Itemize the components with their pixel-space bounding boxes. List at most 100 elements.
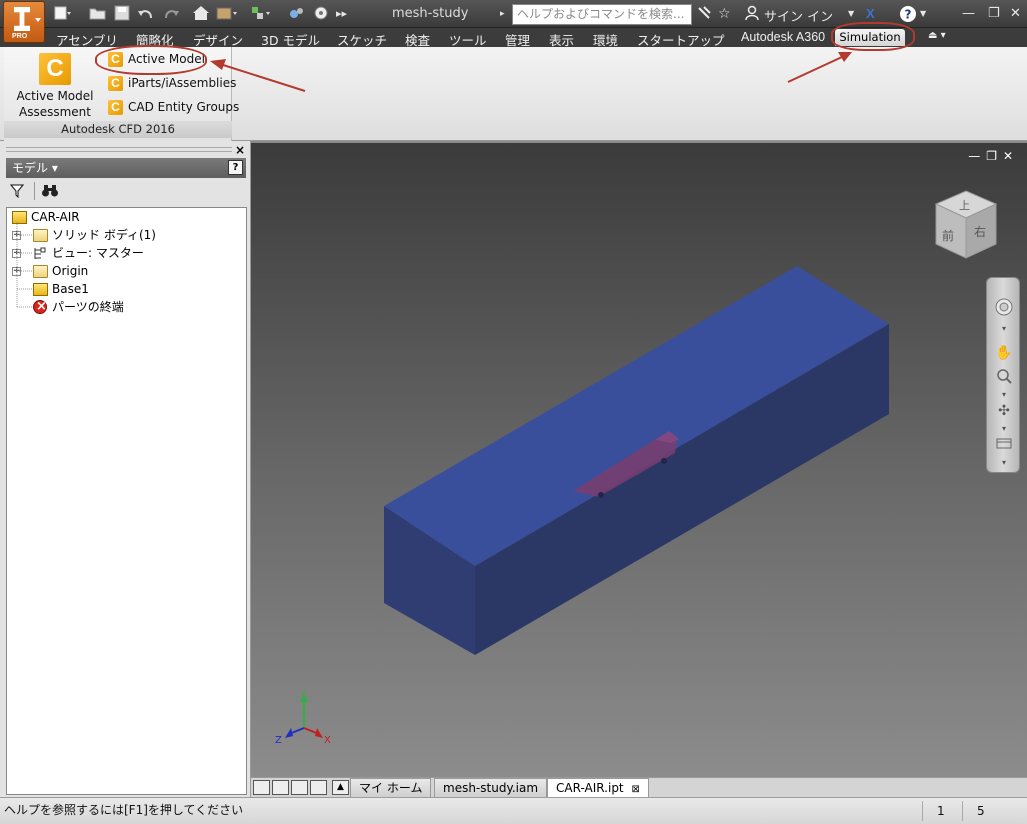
undo-icon[interactable] — [137, 5, 155, 23]
doc-tab-label: CAR-AIR.ipt — [556, 781, 624, 795]
tab-list-up-icon[interactable]: ▲ — [332, 780, 349, 795]
navigation-bar: ▾ ✋ ▾ ✣ ▾ ▾ — [986, 277, 1020, 473]
cfd-icon — [108, 76, 123, 91]
iparts-iassemblies-button[interactable]: iParts/iAssemblies — [108, 73, 236, 93]
pan-hand-icon[interactable]: ✋ — [995, 344, 1013, 362]
status-bar: ヘルプを参照するには[F1]を押してください 1 5 — [0, 797, 1027, 824]
tab-simulation[interactable]: Simulation — [835, 29, 905, 46]
favorites-star-icon[interactable]: ☆ — [718, 5, 731, 23]
triad-z-label: Z — [275, 735, 282, 746]
tree-label: パーツの終端 — [52, 300, 124, 314]
horizontal-layout-icon[interactable] — [291, 780, 308, 795]
tree-label: Base1 — [52, 282, 89, 296]
chevron-down-icon — [35, 18, 41, 22]
user-icon — [744, 5, 760, 23]
document-title: mesh-study — [392, 6, 469, 21]
coordinate-triad: Y X Z — [275, 690, 331, 746]
zoom-icon[interactable] — [995, 368, 1013, 386]
cfd-icon — [108, 100, 123, 115]
look-at-dropdown-icon[interactable]: ▾ — [995, 454, 1013, 472]
status-count-2: 5 — [962, 801, 1002, 821]
tree-label: ビュー: マスター — [52, 246, 144, 260]
search-expand-icon[interactable]: ▸ — [500, 5, 505, 23]
redo-icon[interactable] — [162, 5, 180, 23]
sign-in-dropdown-icon[interactable]: ▼ — [848, 5, 854, 23]
tile-layout-icon[interactable] — [272, 780, 289, 795]
cad-entity-groups-button[interactable]: CAD Entity Groups — [108, 97, 239, 117]
steering-wheel-icon[interactable] — [995, 298, 1013, 316]
help-search-input[interactable]: ヘルプおよびコマンドを検索... — [512, 4, 692, 25]
cfd-icon — [39, 53, 71, 85]
panel-title: Autodesk CFD 2016 — [4, 121, 232, 138]
tree-label: ソリッド ボディ(1) — [52, 228, 156, 242]
doc-tab-mesh-study[interactable]: mesh-study.iam — [434, 778, 548, 797]
graphics-window[interactable]: —❐✕ 上 前 右 ▾ ✋ ▾ ✣ ▾ ▾ Y X Z — [251, 141, 1027, 777]
new-file-icon[interactable] — [53, 5, 71, 23]
active-model-assessment-tool-button[interactable]: Active Model Assessment Tool — [7, 51, 103, 134]
model-tree: CAR-AIR + ソリッド ボディ(1) + ビュー: マスター + Orig… — [6, 207, 247, 795]
model-browser-title: モデル ▾ — [12, 161, 58, 175]
document-tab-bar: ▲ マイ ホーム mesh-study.iam CAR-AIR.ipt ⊠ — [251, 777, 1027, 797]
browser-toolbar — [6, 180, 246, 204]
active-model-button[interactable]: Active Model — [108, 49, 205, 69]
triad-x-label: X — [324, 735, 331, 746]
doc-tab-my-home[interactable]: マイ ホーム — [350, 778, 432, 797]
status-count-1: 1 — [922, 801, 962, 821]
ribbon-tab-bar: アセンブリ 簡略化 デザイン 3D モデル スケッチ 検査 ツール 管理 表示 … — [0, 28, 1027, 48]
appearance-icon[interactable] — [251, 5, 273, 23]
viewcube-front-face[interactable]: 前 — [942, 228, 954, 243]
measure-icon[interactable] — [313, 5, 331, 23]
close-window-icon[interactable]: ✕ — [1010, 6, 1021, 21]
cad-entity-groups-label: CAD Entity Groups — [128, 100, 240, 114]
open-file-icon[interactable] — [89, 5, 107, 23]
iparts-iassemblies-label: iParts/iAssemblies — [128, 76, 237, 90]
help-dropdown-icon[interactable]: ▼ — [920, 5, 926, 23]
parameters-icon[interactable] — [288, 5, 306, 23]
tab-autodesk-a360[interactable]: Autodesk A360 — [741, 30, 825, 44]
nav-dropdown-icon[interactable]: ▾ — [995, 320, 1013, 338]
vertical-layout-icon[interactable] — [310, 780, 327, 795]
model-3d-view — [384, 266, 889, 655]
viewcube-right-face[interactable]: 右 — [974, 224, 986, 239]
qat-overflow-icon[interactable]: ▸▸ — [336, 5, 347, 23]
doc-tab-car-air[interactable]: CAR-AIR.ipt ⊠ — [547, 778, 649, 797]
car-wheel-rear — [661, 458, 667, 464]
inventor-window: PRO ▸▸ mesh-study ▸ ヘルプおよびコマンドを検索... ☆ サ… — [0, 0, 1027, 824]
browser-grip[interactable] — [6, 147, 232, 152]
car-wheel-front — [598, 492, 604, 498]
tree-label: Origin — [52, 264, 89, 278]
cfd-icon — [108, 52, 123, 67]
viewcube[interactable]: 上 前 右 — [932, 188, 1000, 262]
help-icon[interactable]: ? — [899, 5, 917, 23]
exchange-apps-icon[interactable]: X — [866, 5, 875, 23]
close-browser-icon[interactable]: × — [235, 143, 245, 157]
browser-help-icon[interactable]: ? — [228, 160, 243, 175]
sign-in-link[interactable]: サイン イン — [764, 6, 833, 25]
binoculars-find-icon[interactable] — [41, 183, 59, 198]
triad-y-label: Y — [300, 690, 307, 700]
model-browser: × モデル ▾ ? CAR-AIR + ソリッド ボディ(1) + ビュー: マ — [0, 141, 251, 797]
tree-connector-lines — [16, 222, 33, 308]
inventor-logo-icon — [14, 7, 30, 31]
active-model-label: Active Model — [128, 52, 205, 66]
application-menu-button[interactable]: PRO — [3, 1, 45, 43]
save-icon[interactable] — [114, 5, 130, 23]
pro-badge: PRO — [12, 33, 28, 40]
look-at-icon[interactable] — [995, 436, 1013, 454]
material-icon[interactable] — [216, 5, 238, 23]
home-icon[interactable] — [192, 5, 210, 23]
orbit-icon[interactable]: ✣ — [995, 402, 1013, 420]
tool-label-line1: Active Model — [16, 89, 94, 103]
svg-text:?: ? — [905, 8, 912, 22]
filter-icon[interactable] — [10, 184, 24, 198]
search-binoculars-icon[interactable] — [696, 5, 712, 23]
ribbon-minimize-icon[interactable]: ⏏ ▾ — [928, 30, 946, 41]
cascade-layout-icon[interactable] — [253, 780, 270, 795]
minimize-window-icon[interactable]: — — [962, 6, 975, 21]
close-tab-icon[interactable]: ⊠ — [631, 784, 639, 795]
status-text: ヘルプを参照するには[F1]を押してください — [4, 803, 244, 817]
restore-window-icon[interactable]: ❐ — [988, 6, 1000, 21]
viewcube-top-face[interactable]: 上 — [959, 199, 970, 212]
model-browser-header[interactable]: モデル ▾ ? — [6, 158, 246, 178]
title-bar: PRO ▸▸ mesh-study ▸ ヘルプおよびコマンドを検索... ☆ サ… — [0, 0, 1027, 43]
